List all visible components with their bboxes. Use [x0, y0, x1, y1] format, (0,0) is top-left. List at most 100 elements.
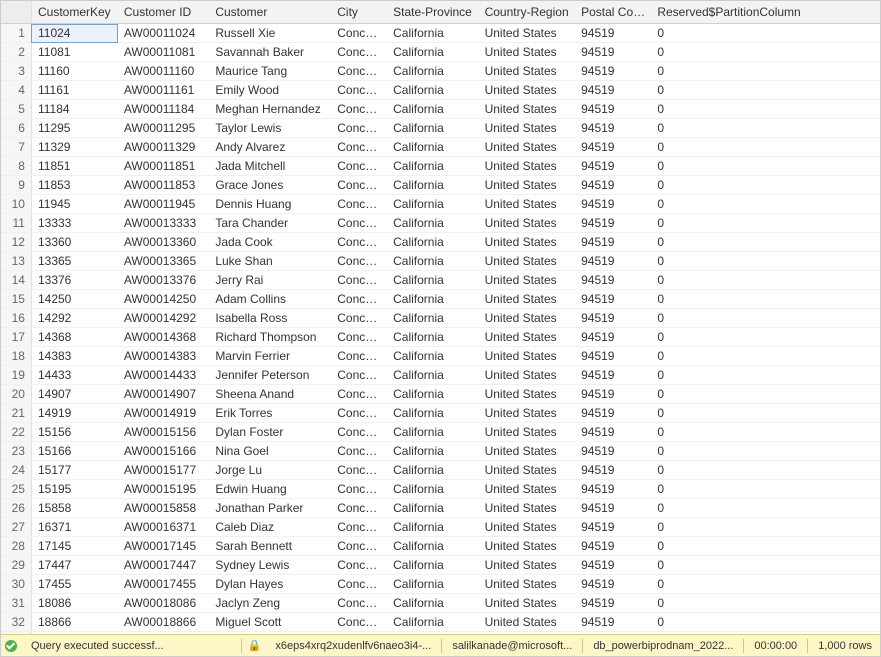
column-header[interactable]: Customer ID [118, 1, 209, 24]
cell[interactable]: Jorge Lu [209, 461, 331, 480]
cell[interactable]: United States [479, 594, 576, 613]
cell[interactable]: United States [479, 404, 576, 423]
cell[interactable]: 14433 [31, 366, 117, 385]
row-number-cell[interactable]: 18 [1, 347, 31, 366]
cell[interactable]: United States [479, 537, 576, 556]
cell[interactable]: 17455 [31, 575, 117, 594]
row-number-cell[interactable]: 22 [1, 423, 31, 442]
cell[interactable]: 94519 [575, 537, 651, 556]
row-number-cell[interactable]: 25 [1, 480, 31, 499]
cell[interactable]: United States [479, 157, 576, 176]
cell[interactable]: 11851 [31, 157, 117, 176]
cell[interactable]: Concord [331, 138, 387, 157]
cell[interactable]: Concord [331, 461, 387, 480]
table-row[interactable]: 2215156AW00015156Dylan FosterConcordCali… [1, 423, 880, 442]
column-header[interactable]: Country-Region [479, 1, 576, 24]
row-number-cell[interactable]: 32 [1, 613, 31, 632]
cell[interactable]: Concord [331, 328, 387, 347]
cell[interactable]: 0 [651, 81, 880, 100]
cell[interactable]: 0 [651, 461, 880, 480]
cell[interactable]: United States [479, 24, 576, 43]
cell[interactable]: 94519 [575, 328, 651, 347]
cell[interactable]: 94519 [575, 518, 651, 537]
cell[interactable]: 94519 [575, 176, 651, 195]
table-row[interactable]: 2515195AW00015195Edwin HuangConcordCalif… [1, 480, 880, 499]
cell[interactable]: 14250 [31, 290, 117, 309]
cell[interactable]: Concord [331, 119, 387, 138]
table-row[interactable]: 1313365AW00013365Luke ShanConcordCalifor… [1, 252, 880, 271]
cell[interactable]: 14919 [31, 404, 117, 423]
cell[interactable]: Emily Wood [209, 81, 331, 100]
cell[interactable]: Concord [331, 233, 387, 252]
cell[interactable]: 94519 [575, 24, 651, 43]
table-row[interactable]: 511184AW00011184Meghan HernandezConcordC… [1, 100, 880, 119]
cell[interactable]: AW00013365 [118, 252, 209, 271]
cell[interactable]: California [387, 271, 478, 290]
cell[interactable]: United States [479, 233, 576, 252]
cell[interactable]: 94519 [575, 423, 651, 442]
cell[interactable]: AW00014368 [118, 328, 209, 347]
cell[interactable]: 94519 [575, 347, 651, 366]
cell[interactable]: United States [479, 347, 576, 366]
cell[interactable]: 94519 [575, 404, 651, 423]
cell[interactable]: Concord [331, 81, 387, 100]
table-row[interactable]: 1113333AW00013333Tara ChanderConcordCali… [1, 214, 880, 233]
cell[interactable]: Concord [331, 347, 387, 366]
cell[interactable]: AW00015195 [118, 480, 209, 499]
cell[interactable]: Concord [331, 100, 387, 119]
cell[interactable]: 94519 [575, 252, 651, 271]
cell[interactable]: Concord [331, 518, 387, 537]
cell[interactable]: 0 [651, 594, 880, 613]
cell[interactable]: AW00015166 [118, 442, 209, 461]
cell[interactable]: 94519 [575, 233, 651, 252]
cell[interactable]: 11295 [31, 119, 117, 138]
cell[interactable]: AW00013376 [118, 271, 209, 290]
cell[interactable]: California [387, 575, 478, 594]
column-header[interactable]: City [331, 1, 387, 24]
table-row[interactable]: 1814383AW00014383Marvin FerrierConcordCa… [1, 347, 880, 366]
table-row[interactable]: 1514250AW00014250Adam CollinsConcordCali… [1, 290, 880, 309]
cell[interactable]: 0 [651, 214, 880, 233]
cell[interactable]: 0 [651, 480, 880, 499]
row-number-cell[interactable]: 19 [1, 366, 31, 385]
table-row[interactable]: 1914433AW00014433Jennifer PetersonConcor… [1, 366, 880, 385]
cell[interactable]: AW00011081 [118, 43, 209, 62]
table-row[interactable]: 411161AW00011161Emily WoodConcordCalifor… [1, 81, 880, 100]
cell[interactable]: AW00014292 [118, 309, 209, 328]
cell[interactable]: AW00018866 [118, 613, 209, 632]
cell[interactable]: 0 [651, 252, 880, 271]
cell[interactable]: 0 [651, 119, 880, 138]
cell[interactable]: 0 [651, 233, 880, 252]
cell[interactable]: California [387, 195, 478, 214]
row-number-cell[interactable]: 21 [1, 404, 31, 423]
table-row[interactable]: 1011945AW00011945Dennis HuangConcordCali… [1, 195, 880, 214]
cell[interactable]: 94519 [575, 214, 651, 233]
cell[interactable]: Adam Collins [209, 290, 331, 309]
row-number-header[interactable] [1, 1, 31, 24]
row-number-cell[interactable]: 12 [1, 233, 31, 252]
cell[interactable]: Concord [331, 575, 387, 594]
cell[interactable]: United States [479, 271, 576, 290]
cell[interactable]: 17145 [31, 537, 117, 556]
column-header[interactable]: Reserved$PartitionColumn [651, 1, 880, 24]
cell[interactable]: California [387, 119, 478, 138]
cell[interactable]: AW00011329 [118, 138, 209, 157]
cell[interactable]: 0 [651, 575, 880, 594]
cell[interactable]: 0 [651, 556, 880, 575]
row-number-cell[interactable]: 27 [1, 518, 31, 537]
cell[interactable]: United States [479, 575, 576, 594]
cell[interactable]: Savannah Baker [209, 43, 331, 62]
cell[interactable]: Erik Torres [209, 404, 331, 423]
table-row[interactable]: 211081AW00011081Savannah BakerConcordCal… [1, 43, 880, 62]
row-number-cell[interactable]: 20 [1, 385, 31, 404]
cell[interactable]: 11160 [31, 62, 117, 81]
cell[interactable]: Concord [331, 556, 387, 575]
table-row[interactable]: 2014907AW00014907Sheena AnandConcordCali… [1, 385, 880, 404]
cell[interactable]: Jada Mitchell [209, 157, 331, 176]
cell[interactable]: AW00017455 [118, 575, 209, 594]
cell[interactable]: Concord [331, 366, 387, 385]
cell[interactable]: United States [479, 138, 576, 157]
cell[interactable]: 11161 [31, 81, 117, 100]
cell[interactable]: AW00015177 [118, 461, 209, 480]
cell[interactable]: 94519 [575, 385, 651, 404]
